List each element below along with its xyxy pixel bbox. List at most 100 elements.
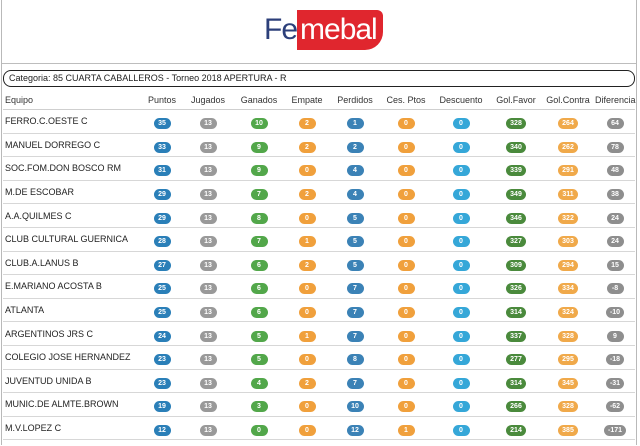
descuento-badge: 0 [452, 307, 470, 319]
cell-gol-favor: 214 [491, 416, 541, 441]
cell-descuento: 0 [431, 180, 491, 205]
cell-jugados: 13 [183, 180, 233, 205]
team-name: E.MARIANO ACOSTA B [3, 274, 141, 299]
descuento-badge: 0 [452, 141, 470, 153]
cell-gol-favor: 340 [491, 133, 541, 158]
cell-perdidos: 2 [329, 133, 381, 158]
diferencia-badge: -31 [605, 377, 625, 389]
cell-descuento: 0 [431, 321, 491, 346]
ces-ptos-badge: 0 [397, 330, 415, 342]
diferencia-badge: -8 [606, 283, 624, 295]
descuento-badge: 0 [452, 189, 470, 201]
cell-diferencia: 24 [595, 203, 635, 228]
ces-ptos-badge: 0 [397, 401, 415, 413]
cell-perdidos: 7 [329, 369, 381, 394]
ganados-badge: 3 [250, 401, 268, 413]
jugados-badge: 13 [199, 354, 217, 366]
gol-contra-badge: 324 [558, 307, 578, 319]
descuento-badge: 0 [452, 377, 470, 389]
descuento-badge: 0 [452, 118, 470, 130]
gol-contra-badge: 294 [558, 259, 578, 271]
gol-favor-badge: 346 [506, 212, 526, 224]
cell-ces-ptos: 0 [381, 156, 431, 181]
cell-diferencia: 15 [595, 251, 635, 276]
descuento-badge: 0 [452, 330, 470, 342]
gol-contra-badge: 295 [558, 354, 578, 366]
puntos-badge: 29 [153, 212, 171, 224]
ces-ptos-badge: 0 [397, 212, 415, 224]
cell-gol-contra: 311 [541, 180, 595, 205]
diferencia-badge: -18 [605, 354, 625, 366]
cell-gol-favor: 277 [491, 345, 541, 370]
cell-jugados: 13 [183, 203, 233, 228]
cell-ganados: 4 [233, 369, 285, 394]
gol-favor-badge: 349 [506, 189, 526, 201]
cell-gol-favor: 349 [491, 180, 541, 205]
ces-ptos-badge: 0 [397, 165, 415, 177]
ganados-badge: 0 [250, 425, 268, 437]
descuento-badge: 0 [452, 212, 470, 224]
cell-empate: 2 [285, 109, 329, 134]
femebal-logo[interactable]: Fe mebal [264, 10, 383, 50]
cell-gol-contra: 334 [541, 274, 595, 299]
cell-perdidos: 10 [329, 392, 381, 417]
gol-favor-badge: 326 [506, 283, 526, 295]
cell-gol-contra: 264 [541, 109, 595, 134]
gol-favor-badge: 214 [506, 425, 526, 437]
gol-contra-badge: 303 [558, 236, 578, 248]
gol-favor-badge: 327 [506, 236, 526, 248]
diferencia-badge: 24 [606, 236, 624, 248]
cell-jugados: 13 [183, 416, 233, 441]
cell-puntos: 29 [141, 180, 183, 205]
cell-jugados: 13 [183, 274, 233, 299]
descuento-badge: 0 [452, 259, 470, 271]
diferencia-badge: 9 [606, 330, 624, 342]
cell-jugados: 13 [183, 298, 233, 323]
empate-badge: 2 [298, 377, 316, 389]
category-bar: Categoria: 85 CUARTA CABALLEROS - Torneo… [3, 70, 635, 87]
gol-contra-badge: 385 [558, 425, 578, 437]
cell-empate: 0 [285, 392, 329, 417]
diferencia-badge: 64 [606, 118, 624, 130]
gol-favor-badge: 340 [506, 141, 526, 153]
cell-descuento: 0 [431, 416, 491, 441]
descuento-badge: 0 [452, 283, 470, 295]
cell-gol-contra: 345 [541, 369, 595, 394]
cell-ces-ptos: 0 [381, 392, 431, 417]
puntos-badge: 23 [153, 354, 171, 366]
cell-ganados: 5 [233, 321, 285, 346]
empate-badge: 1 [298, 330, 316, 342]
cell-gol-contra: 328 [541, 392, 595, 417]
column-header-puntos: Puntos [141, 91, 183, 110]
descuento-badge: 0 [452, 236, 470, 248]
cell-gol-contra: 295 [541, 345, 595, 370]
ganados-badge: 5 [250, 354, 268, 366]
cell-empate: 2 [285, 251, 329, 276]
cell-ces-ptos: 1 [381, 416, 431, 441]
ganados-badge: 5 [250, 330, 268, 342]
cell-puntos: 33 [141, 133, 183, 158]
cell-ces-ptos: 0 [381, 133, 431, 158]
gol-contra-badge: 311 [558, 189, 578, 201]
perdidos-badge: 5 [346, 212, 364, 224]
cell-ganados: 5 [233, 345, 285, 370]
gol-contra-badge: 291 [558, 165, 578, 177]
jugados-badge: 13 [199, 118, 217, 130]
empate-badge: 0 [298, 283, 316, 295]
team-name: CLUB.A.LANUS B [3, 251, 141, 276]
team-name: SOC.FOM.DON BOSCO RM [3, 156, 141, 181]
team-name: M.DE ESCOBAR [3, 180, 141, 205]
cell-diferencia: -8 [595, 274, 635, 299]
cell-perdidos: 8 [329, 345, 381, 370]
gol-favor-badge: 314 [506, 377, 526, 389]
cell-diferencia: 48 [595, 156, 635, 181]
cell-jugados: 13 [183, 109, 233, 134]
perdidos-badge: 4 [346, 189, 364, 201]
gol-favor-badge: 277 [506, 354, 526, 366]
cell-ganados: 7 [233, 180, 285, 205]
gol-contra-badge: 334 [558, 283, 578, 295]
empate-badge: 0 [298, 307, 316, 319]
cell-puntos: 24 [141, 321, 183, 346]
perdidos-badge: 5 [346, 259, 364, 271]
cell-gol-favor: 346 [491, 203, 541, 228]
